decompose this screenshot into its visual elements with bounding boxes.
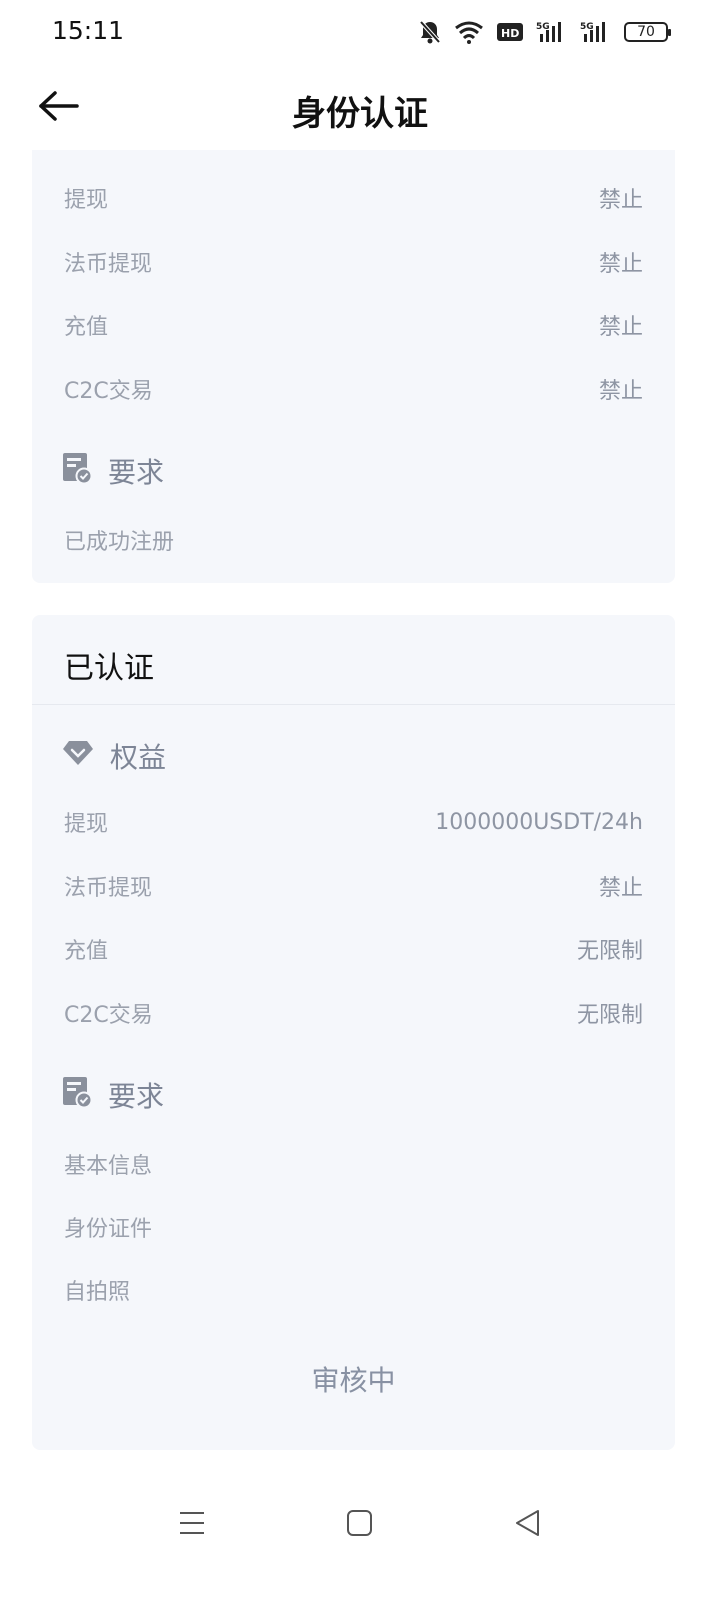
benefit-value: 禁止 — [598, 315, 643, 340]
requirements-header: 要求 — [62, 1075, 164, 1115]
benefit-row-deposit: 充值 无限制 — [64, 929, 643, 969]
benefit-label: 提现 — [64, 812, 109, 837]
battery-indicator: 70 — [624, 22, 671, 42]
benefit-value: 禁止 — [598, 876, 643, 901]
requirement-item: 身份证件 — [64, 1217, 153, 1242]
benefit-row-c2c: C2C交易 无限制 — [64, 993, 643, 1033]
requirement-item: 自拍照 — [64, 1280, 131, 1305]
divider — [32, 704, 675, 705]
benefit-label: 法币提现 — [64, 252, 153, 277]
benefit-value: 禁止 — [598, 379, 643, 404]
signal-5g-icon: 5G — [580, 20, 612, 44]
benefit-row-fiat-withdraw: 法币提现 禁止 — [64, 866, 643, 906]
checklist-icon — [62, 452, 93, 491]
benefit-label: 充值 — [64, 315, 109, 340]
benefit-value: 无限制 — [576, 939, 643, 964]
diamond-icon — [62, 739, 94, 774]
requirement-item: 已成功注册 — [64, 530, 175, 555]
benefit-label: 法币提现 — [64, 876, 153, 901]
requirement-item: 基本信息 — [64, 1154, 153, 1179]
hd-icon: HD — [496, 21, 524, 43]
system-nav-bar — [0, 1490, 720, 1560]
wifi-icon — [454, 20, 484, 44]
menu-nav-button[interactable] — [178, 1508, 206, 1542]
benefit-value: 无限制 — [576, 1003, 643, 1028]
app-bar: 身份认证 — [0, 64, 720, 150]
benefit-row-deposit: 充值 禁止 — [64, 305, 643, 345]
benefits-title: 权益 — [110, 741, 167, 774]
checklist-icon — [62, 1076, 93, 1115]
verification-level-card-unverified: 提现 禁止 法币提现 禁止 充值 禁止 C2C交易 禁止 要求 已成功注册 — [32, 150, 675, 583]
requirements-title: 要求 — [108, 1080, 165, 1113]
signal-5g-icon: 5G — [536, 20, 568, 44]
benefits-header: 权益 — [62, 736, 166, 776]
page-title: 身份认证 — [292, 94, 428, 134]
benefit-label: 充值 — [64, 939, 109, 964]
triangle-back-icon — [514, 1510, 542, 1542]
benefit-value: 禁止 — [598, 252, 643, 277]
benefit-row-withdraw: 提现 1000000USDT/24h — [64, 802, 643, 842]
review-status-button[interactable]: 审核中 — [32, 1359, 675, 1399]
benefit-label: C2C交易 — [64, 379, 153, 404]
card-title: 已认证 — [64, 651, 154, 686]
status-time: 15:11 — [52, 16, 125, 45]
square-icon — [346, 1510, 374, 1542]
benefit-row-withdraw: 提现 禁止 — [64, 178, 643, 218]
status-bar: 15:11 HD 5G 5G 70 — [0, 0, 720, 64]
status-icons: HD 5G 5G 70 — [418, 18, 671, 46]
mute-bell-icon — [418, 19, 442, 45]
benefit-row-fiat-withdraw: 法币提现 禁止 — [64, 242, 643, 282]
benefit-label: C2C交易 — [64, 1003, 153, 1028]
back-nav-button[interactable] — [514, 1508, 542, 1542]
benefit-label: 提现 — [64, 188, 109, 213]
svg-text:HD: HD — [501, 27, 519, 40]
hamburger-icon — [178, 1512, 206, 1542]
benefit-value: 禁止 — [598, 188, 643, 213]
benefit-value: 1000000USDT/24h — [435, 809, 643, 835]
benefit-row-c2c: C2C交易 禁止 — [64, 369, 643, 409]
requirements-header: 要求 — [62, 451, 164, 491]
home-nav-button[interactable] — [346, 1508, 374, 1542]
verification-level-card-verified: 已认证 权益 提现 1000000USDT/24h 法币提现 禁止 充值 无限制… — [32, 615, 675, 1450]
requirements-title: 要求 — [108, 456, 165, 489]
